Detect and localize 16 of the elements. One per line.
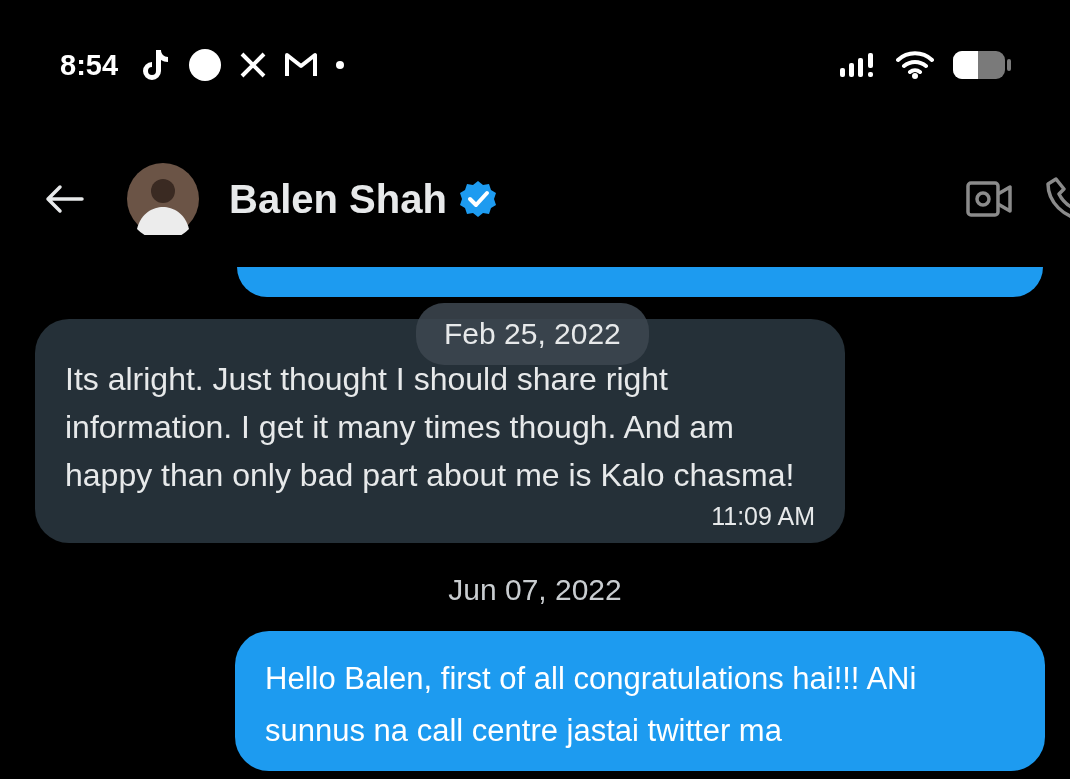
mail-icon: [284, 51, 319, 79]
message-text: Hello Balen, first of all congratulations hai!!! ANi sunnus na call centre jastai twitter ma: [265, 660, 918, 750]
video-camera-icon[interactable]: [966, 179, 1012, 219]
battery-icon: [952, 50, 1012, 80]
wifi-icon: [896, 51, 934, 79]
music-note-icon: [140, 48, 171, 82]
date-pill: Feb 25, 2022: [416, 303, 649, 365]
message-time: 11:09 AM: [711, 501, 815, 531]
avatar-icon[interactable]: [127, 163, 199, 235]
contact-name: Balen Shah: [229, 176, 447, 222]
back-arrow-icon[interactable]: [44, 184, 84, 214]
status-time: 8:54: [60, 48, 119, 82]
dot-icon: [336, 61, 345, 69]
date-label: Jun 07, 2022: [448, 573, 622, 607]
x-icon: [240, 52, 267, 78]
circle-icon: [188, 48, 223, 82]
